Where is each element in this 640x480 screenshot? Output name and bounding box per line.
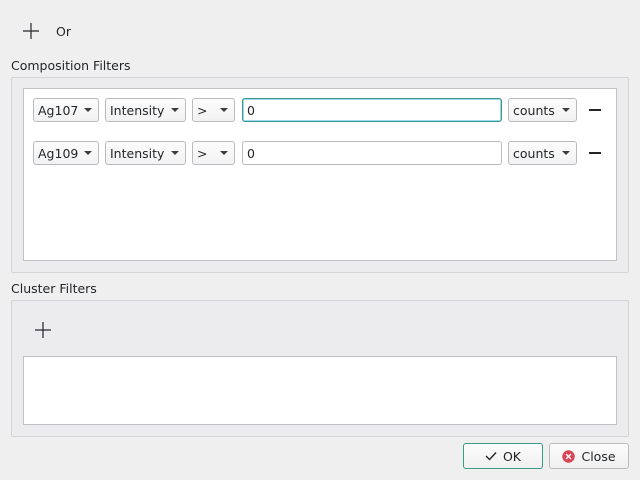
plus-icon (23, 23, 39, 39)
property-select-value: Intensity (110, 145, 165, 161)
close-button[interactable]: Close (549, 443, 629, 469)
property-select-value: Intensity (110, 102, 165, 118)
chevron-down-icon (84, 108, 92, 112)
element-select-1[interactable]: Ag107 (33, 98, 99, 122)
cluster-filters-title: Cluster Filters (11, 281, 97, 296)
operator-select-2[interactable]: > (192, 141, 235, 165)
chevron-down-icon (220, 108, 228, 112)
property-select-2[interactable]: Intensity (105, 141, 186, 165)
operator-select-value: > (197, 102, 208, 118)
unit-select-2[interactable]: counts (508, 141, 577, 165)
ok-button[interactable]: OK (463, 443, 543, 469)
operator-select-1[interactable]: > (192, 98, 235, 122)
unit-select-1[interactable]: counts (508, 98, 577, 122)
cluster-filter-list (23, 356, 617, 425)
operator-select-value: > (197, 145, 208, 161)
composition-filters-title: Composition Filters (11, 58, 131, 73)
add-or-filter-button[interactable] (20, 20, 42, 42)
unit-select-value: counts (513, 145, 555, 161)
element-select-value: Ag107 (38, 102, 79, 118)
unit-select-value: counts (513, 102, 555, 118)
add-cluster-filter-button[interactable] (32, 319, 54, 341)
close-icon (562, 449, 576, 463)
chevron-down-icon (171, 108, 179, 112)
ok-button-label: OK (502, 448, 522, 464)
property-select-1[interactable]: Intensity (105, 98, 186, 122)
chevron-down-icon (220, 151, 228, 155)
remove-filter-button-1[interactable] (586, 101, 604, 119)
value-input-2[interactable] (242, 141, 502, 165)
check-icon (485, 452, 497, 461)
chevron-down-icon (84, 151, 92, 155)
chevron-down-icon (562, 151, 570, 155)
minus-icon (589, 152, 601, 154)
minus-icon (589, 109, 601, 111)
remove-filter-button-2[interactable] (586, 144, 604, 162)
plus-icon (35, 322, 51, 338)
close-button-label: Close (581, 448, 616, 464)
element-select-2[interactable]: Ag109 (33, 141, 99, 165)
chevron-down-icon (562, 108, 570, 112)
value-input-1[interactable] (242, 98, 502, 122)
element-select-value: Ag109 (38, 145, 79, 161)
chevron-down-icon (171, 151, 179, 155)
or-label: Or (56, 24, 71, 39)
